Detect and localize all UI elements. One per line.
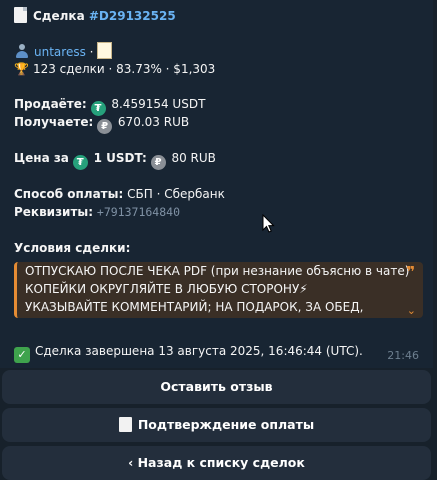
seller-stats-row: 🏆 123 сделки · 83.73% · $1,303 (14, 61, 215, 77)
back-to-deals-button[interactable]: ‹ Назад к списку сделок (2, 446, 431, 480)
payment-details-value[interactable]: +79137164840 (97, 205, 180, 219)
rub-icon: ₽ (97, 119, 113, 134)
payment-details-label: Реквизиты: (14, 205, 94, 219)
quote-icon: ❞ (406, 263, 415, 281)
seller-username-link[interactable]: untaress (34, 45, 86, 59)
price-label: Цена за (14, 151, 69, 165)
chevron-down-icon[interactable]: ⌄ (407, 304, 416, 317)
conditions-line-3: УКАЗЫВАЙТЕ КОММЕНТАРИЙ; НА ПОДАРОК, ЗА О… (25, 300, 364, 314)
conditions-line-2: КОПЕЙКИ ОКРУГЛЯЙТЕ В ЛЮБУЮ СТОРОНУ⚡ (25, 282, 308, 296)
price-unit: 1 USDT: (93, 151, 147, 165)
trophy-icon: 🏆 (14, 62, 29, 76)
leave-review-label: Оставить отзыв (160, 379, 273, 394)
deal-label: Сделка (33, 9, 85, 23)
conditions-label: Условия сделки: (14, 241, 131, 255)
seller-stats: 123 сделки · 83.73% · $1,303 (32, 62, 216, 76)
usdt-icon: ₮ (72, 155, 88, 170)
sell-row: Продаёте: ₮ 8.459154 USDT (14, 96, 205, 116)
conditions-line-1: ОТПУСКАЮ ПОСЛЕ ЧЕКА PDF (при незнание об… (25, 264, 410, 278)
deal-message: Сделка #D29132525 untaress · 🏆 123 сделки… (0, 0, 433, 368)
receive-value: 670.03 RUB (117, 115, 190, 129)
confirm-payment-button[interactable]: Подтверждение оплаты (2, 408, 431, 442)
message-time: 21:46 (387, 349, 419, 362)
payment-details-row: Реквизиты: +79137164840 (14, 204, 180, 220)
receive-label: Получаете: (14, 115, 94, 129)
sell-label: Продаёте: (14, 97, 87, 111)
seller-separator: · (89, 45, 94, 59)
user-icon (14, 43, 30, 59)
check-icon: ✓ (14, 347, 30, 363)
payment-method-row: Способ оплаты: СБП · Сбербанк (14, 186, 225, 202)
sell-value: 8.459154 USDT (111, 97, 206, 111)
leave-review-button[interactable]: Оставить отзыв (2, 370, 431, 404)
deal-id-link[interactable]: #D29132525 (89, 9, 176, 23)
receipt-icon (118, 417, 132, 432)
receive-row: Получаете: ₽ 670.03 RUB (14, 114, 189, 134)
payment-method-label: Способ оплаты: (14, 187, 124, 201)
back-to-deals-label: ‹ Назад к списку сделок (128, 455, 305, 470)
mouse-cursor-icon (262, 214, 275, 233)
price-value: 80 RUB (171, 151, 216, 165)
status-row: ✓ Сделка завершена 13 августа 2025, 16:46… (14, 343, 363, 363)
rub-icon: ₽ (150, 155, 166, 170)
document-icon (14, 7, 27, 23)
memo-icon (97, 42, 113, 59)
confirm-payment-label: Подтверждение оплаты (137, 417, 315, 432)
payment-method-value: СБП · Сбербанк (127, 187, 225, 201)
deal-title: Сделка #D29132525 (14, 7, 176, 24)
seller-row: untaress · (14, 42, 113, 60)
status-text: Сделка завершена 13 августа 2025, 16:46:… (35, 344, 363, 358)
conditions-quote[interactable]: ОТПУСКАЮ ПОСЛЕ ЧЕКА PDF (при незнание об… (14, 262, 423, 318)
price-row: Цена за ₮ 1 USDT: ₽ 80 RUB (14, 150, 216, 170)
